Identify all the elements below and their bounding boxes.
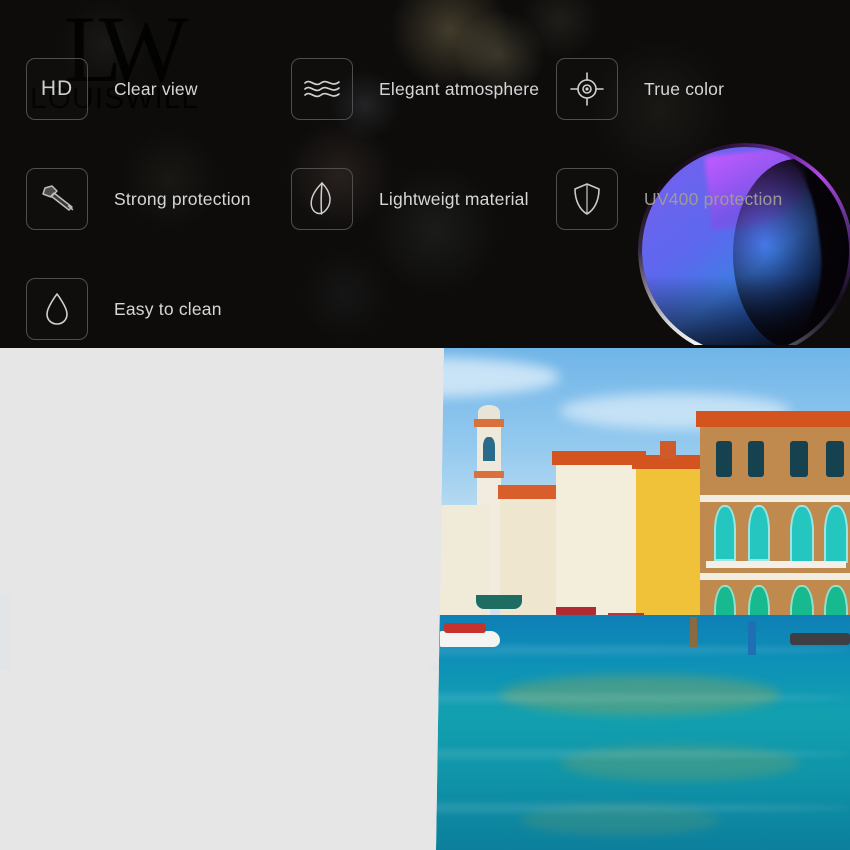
chimney bbox=[660, 441, 676, 459]
feature-item-strong-protection[interactable]: Strong protection bbox=[26, 168, 251, 230]
cornice bbox=[700, 495, 850, 502]
building bbox=[556, 463, 642, 628]
mooring-pole bbox=[748, 621, 756, 655]
tower-cupola bbox=[478, 405, 500, 419]
building-yellow bbox=[636, 465, 702, 640]
boat bbox=[440, 631, 500, 647]
feature-label-clear-view: Clear view bbox=[114, 78, 198, 99]
waterdrop-icon bbox=[26, 278, 88, 340]
window bbox=[714, 505, 736, 561]
window bbox=[790, 505, 814, 563]
mooring-pole bbox=[690, 617, 697, 647]
feature-label-uv400-protection: UV400 protection bbox=[644, 188, 783, 209]
waves-icon bbox=[291, 58, 353, 120]
feature-item-clear-view[interactable]: HD Clear view bbox=[26, 58, 198, 120]
tower-cornice bbox=[474, 419, 504, 427]
boat-cover bbox=[444, 623, 486, 633]
balcony bbox=[706, 561, 846, 568]
feature-label-elegant-atmosphere: Elegant atmosphere bbox=[379, 78, 540, 99]
feature-label-true-color: True color bbox=[644, 78, 725, 99]
features-panel: LW LOUISWILL HD Clear view Elegant atmos… bbox=[0, 0, 850, 345]
window bbox=[824, 505, 848, 563]
boat bbox=[790, 633, 850, 645]
roof bbox=[696, 411, 850, 427]
before-after-comparison: Before VS After bbox=[0, 345, 850, 850]
window bbox=[790, 441, 808, 477]
feature-item-true-color[interactable]: True color bbox=[556, 58, 724, 120]
awning bbox=[476, 595, 522, 609]
feature-item-easy-to-clean[interactable]: Easy to clean bbox=[26, 278, 222, 340]
feature-label-strong-protection: Strong protection bbox=[114, 188, 251, 209]
feature-item-uv400-protection[interactable]: UV400 protection bbox=[556, 168, 782, 230]
shield-icon bbox=[556, 168, 618, 230]
feature-grid: HD Clear view Elegant atmosphere True co… bbox=[0, 0, 850, 345]
feature-item-lightweight-material[interactable]: Lightweigt material bbox=[291, 168, 529, 230]
crosshair-icon bbox=[556, 58, 618, 120]
hd-icon: HD bbox=[26, 58, 88, 120]
window bbox=[826, 441, 844, 477]
tower-window bbox=[483, 437, 495, 461]
feature-label-easy-to-clean: Easy to clean bbox=[114, 298, 222, 319]
window bbox=[716, 441, 732, 477]
feature-item-elegant-atmosphere[interactable]: Elegant atmosphere bbox=[291, 58, 539, 120]
panel-divider bbox=[0, 345, 850, 348]
leaf-icon bbox=[291, 168, 353, 230]
hd-icon-label: HD bbox=[40, 77, 74, 100]
window bbox=[748, 505, 770, 561]
cornice bbox=[700, 573, 850, 580]
product-feature-image: LW LOUISWILL HD Clear view Elegant atmos… bbox=[0, 0, 850, 850]
tower-cornice bbox=[474, 471, 504, 478]
hammer-icon bbox=[26, 168, 88, 230]
feature-label-lightweight-material: Lightweigt material bbox=[379, 188, 529, 209]
window bbox=[748, 441, 764, 477]
